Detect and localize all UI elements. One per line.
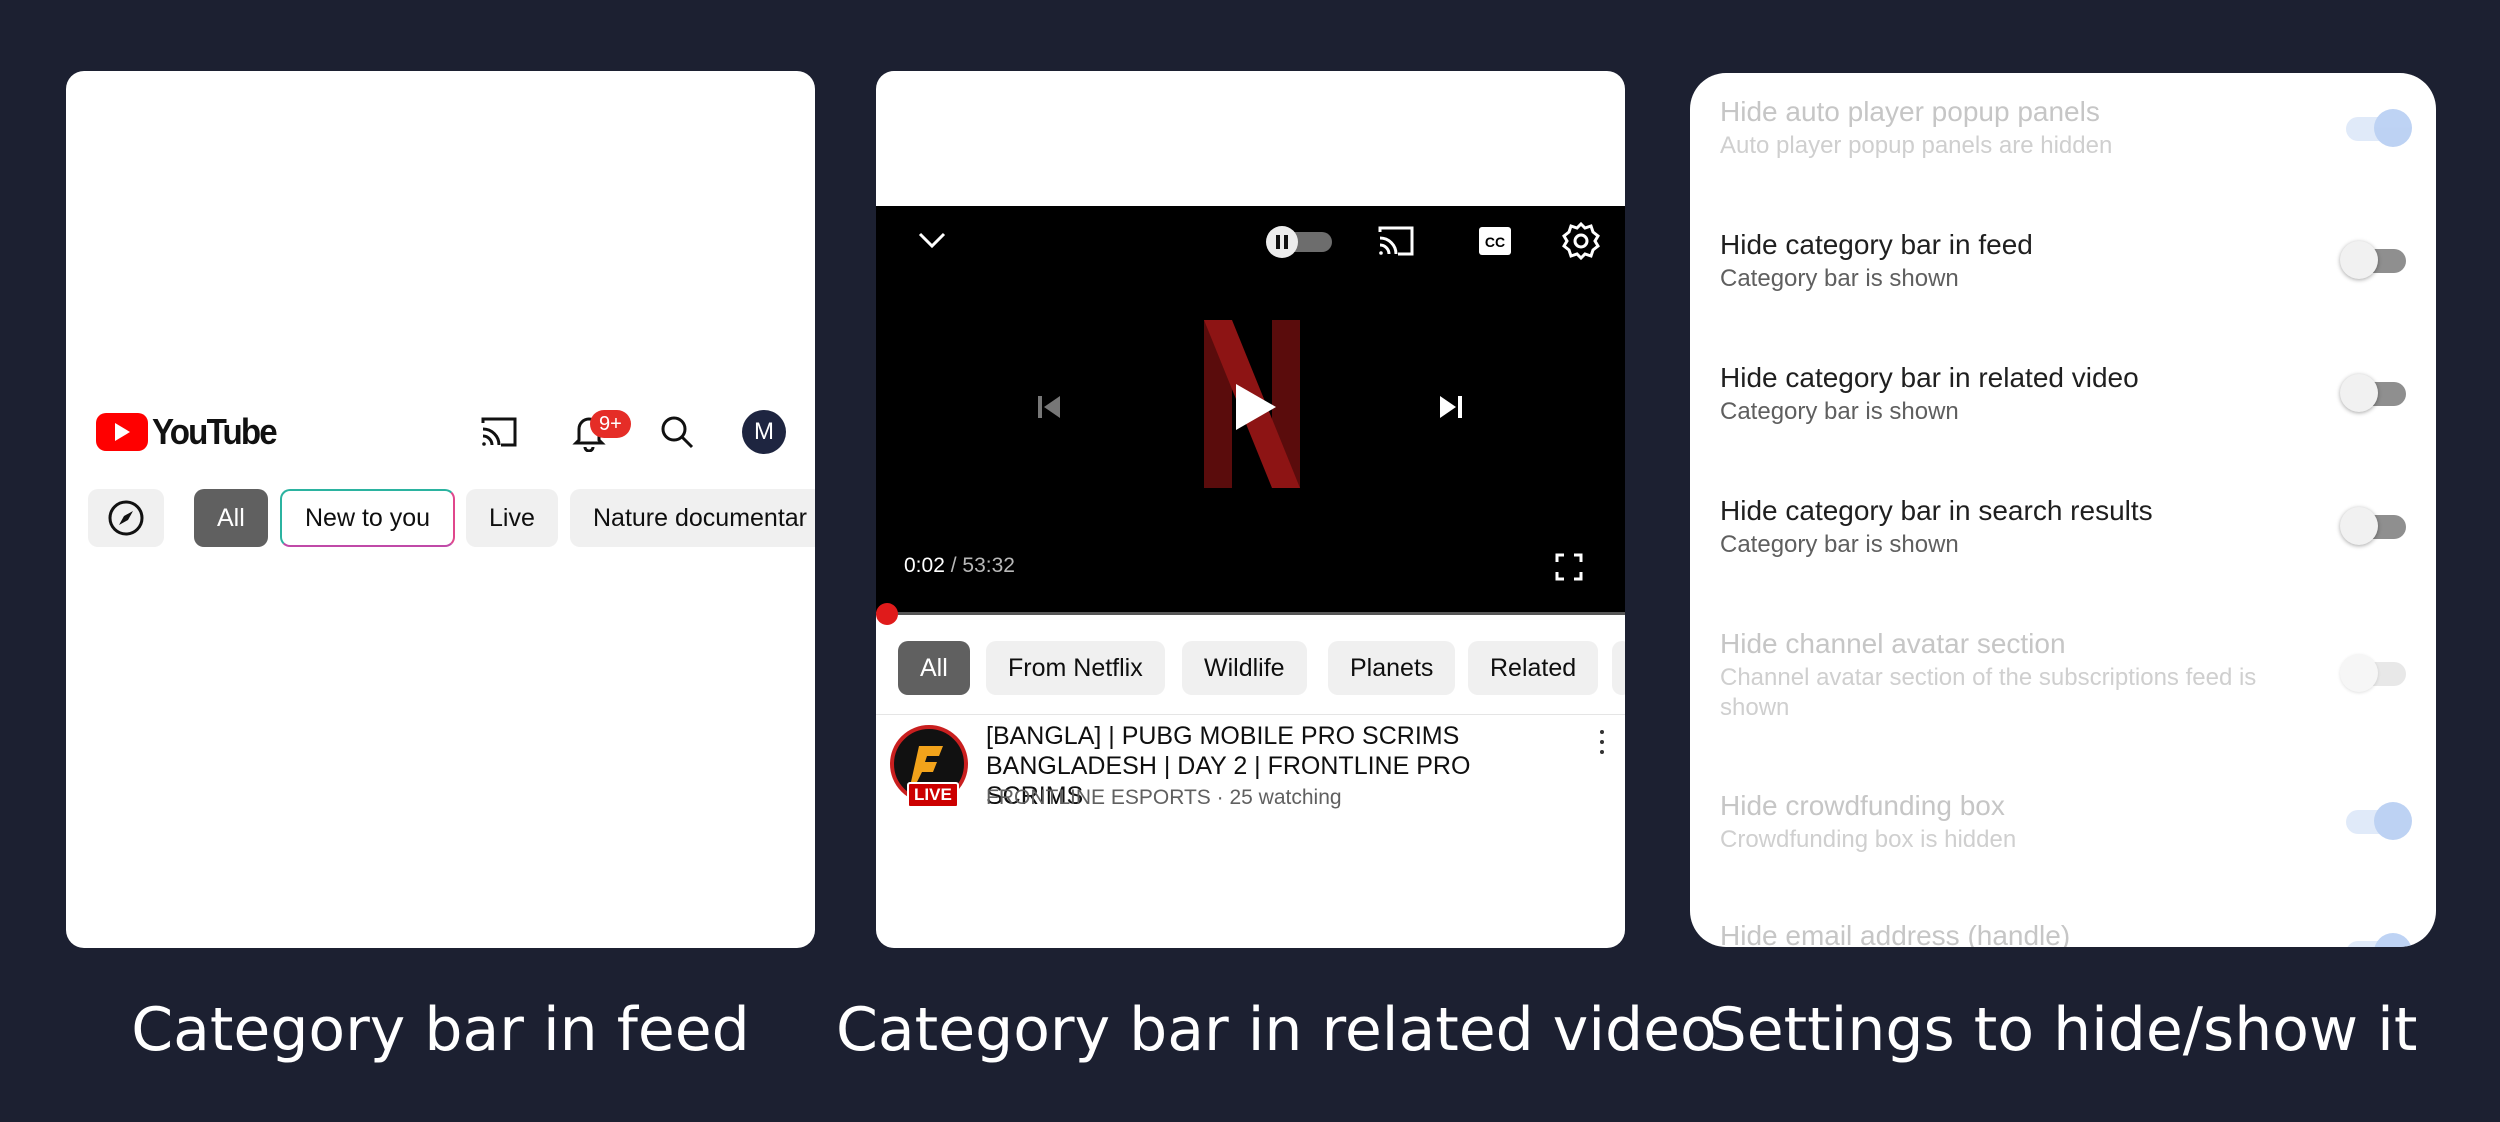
setting-hide-channel-avatar-section: Hide channel avatar section Channel avat…	[1720, 627, 2320, 723]
svg-text:CC: CC	[1485, 234, 1505, 250]
settings-gear-icon[interactable]	[1560, 220, 1602, 262]
chip-nature-documentaries[interactable]: Nature documentar	[570, 489, 815, 547]
more-options-icon[interactable]	[1592, 727, 1612, 757]
progress-scrubber[interactable]	[876, 603, 898, 625]
setting-hide-crowdfunding-box: Hide crowdfunding box Crowdfunding box i…	[1720, 789, 2320, 855]
setting-title: Hide auto player popup panels	[1720, 96, 2100, 127]
account-avatar[interactable]: M	[742, 410, 786, 454]
related-video-item[interactable]: LIVE [BANGLA] | PUBG MOBILE PRO SCRIMS B…	[876, 715, 1625, 835]
cast-icon[interactable]	[1376, 224, 1416, 258]
notification-count-badge: 9+	[590, 410, 631, 438]
video-meta: FRONTLINE ESPORTS · 25 watching	[986, 786, 1342, 809]
progress-bar[interactable]	[876, 612, 1625, 615]
caption-settings: Settings to hide/show it	[1708, 995, 2418, 1065]
current-time: 0:02	[904, 554, 945, 577]
youtube-wordmark: YouTube	[152, 411, 278, 452]
chip-overflow[interactable]	[1612, 641, 1625, 695]
toggle-hide-crowdfunding-box	[2346, 802, 2412, 840]
related-video-screenshot-panel: CC 0:02 / 53:32 All From Netflix Wildlif…	[876, 71, 1625, 948]
setting-hide-category-bar-feed[interactable]: Hide category bar in feed Category bar i…	[1720, 228, 2320, 294]
avatar-letter: M	[754, 418, 774, 445]
feed-screenshot-panel: YouTube 9+ M All New to you Live Nature …	[66, 71, 815, 948]
setting-title: Hide category bar in feed	[1720, 229, 2033, 260]
chip-from-netflix[interactable]: From Netflix	[986, 641, 1165, 695]
setting-hide-category-bar-search[interactable]: Hide category bar in search results Cate…	[1720, 494, 2320, 560]
setting-title: Hide category bar in related video	[1720, 362, 2139, 393]
setting-title: Hide category bar in search results	[1720, 495, 2153, 526]
setting-subtitle: Category bar is shown	[1720, 265, 1959, 292]
toggle-hide-channel-avatar-section	[2340, 654, 2406, 692]
fullscreen-icon[interactable]	[1554, 552, 1584, 582]
next-video-icon[interactable]	[1436, 392, 1466, 422]
chip-related[interactable]: Related	[1468, 641, 1599, 695]
chip-planets[interactable]: Planets	[1328, 641, 1456, 695]
compass-icon	[108, 500, 144, 536]
closed-captions-icon[interactable]: CC	[1478, 226, 1512, 256]
setting-subtitle: Category bar is shown	[1720, 398, 1959, 425]
setting-subtitle: Category bar is shown	[1720, 531, 1959, 558]
video-player[interactable]: CC 0:02 / 53:32	[876, 206, 1625, 614]
total-duration: 53:32	[962, 554, 1015, 577]
autoplay-toggle[interactable]	[1266, 226, 1332, 258]
setting-title: Hide crowdfunding box	[1720, 790, 2005, 821]
youtube-play-logo-icon	[96, 413, 148, 451]
minimize-chevron-icon[interactable]	[914, 228, 950, 252]
setting-hide-auto-player-popup: Hide auto player popup panels Auto playe…	[1720, 95, 2320, 161]
youtube-logo[interactable]: YouTube	[96, 411, 287, 453]
time-separator: /	[944, 554, 963, 577]
caption-related-video: Category bar in related video	[836, 995, 1717, 1065]
setting-title: Hide email address (handle)	[1720, 920, 2071, 947]
setting-title: Hide channel avatar section	[1720, 628, 2066, 659]
playback-time: 0:02 / 53:32	[904, 554, 1015, 578]
toggle-hide-category-bar-feed[interactable]	[2340, 241, 2406, 279]
cast-icon[interactable]	[476, 409, 522, 455]
related-category-bar: All From Netflix Wildlife Planets Relate…	[876, 629, 1625, 715]
pause-icon	[1266, 226, 1298, 258]
setting-hide-email-address: Hide email address (handle)	[1720, 919, 2320, 947]
setting-subtitle: Crowdfunding box is hidden	[1720, 826, 2017, 853]
toggle-hide-category-bar-search[interactable]	[2340, 507, 2406, 545]
chip-all[interactable]: All	[898, 641, 970, 695]
setting-subtitle: Channel avatar section of the subscripti…	[1720, 664, 2257, 721]
chip-all[interactable]: All	[194, 489, 268, 547]
setting-hide-category-bar-related[interactable]: Hide category bar in related video Categ…	[1720, 361, 2320, 427]
toggle-hide-auto-player-popup	[2346, 109, 2412, 147]
settings-screenshot-panel: Hide auto player popup panels Auto playe…	[1690, 73, 2436, 947]
chip-wildlife[interactable]: Wildlife	[1182, 641, 1307, 695]
live-badge: LIVE	[907, 782, 959, 808]
previous-video-icon	[1038, 396, 1060, 418]
toggle-hide-category-bar-related[interactable]	[2340, 374, 2406, 412]
chip-live[interactable]: Live	[466, 489, 558, 547]
chip-new-to-you[interactable]: New to you	[280, 489, 456, 547]
search-icon[interactable]	[654, 409, 700, 455]
explore-chip[interactable]	[88, 489, 164, 547]
frontline-logo-icon	[911, 746, 943, 782]
play-icon[interactable]	[1232, 382, 1278, 432]
toggle-hide-email-address	[2346, 933, 2412, 947]
setting-subtitle: Auto player popup panels are hidden	[1720, 132, 2113, 159]
caption-feed: Category bar in feed	[131, 995, 750, 1065]
